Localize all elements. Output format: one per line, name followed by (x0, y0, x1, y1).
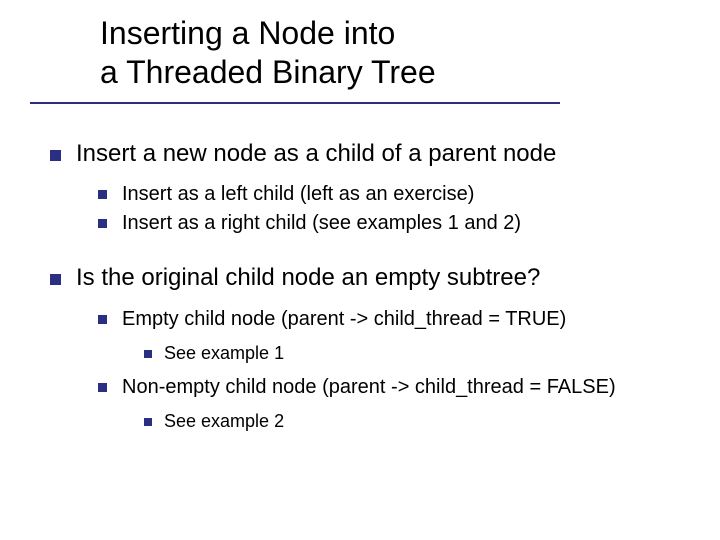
bullet-l2: Insert as a right child (see examples 1 … (94, 209, 690, 238)
bullet-l1: Insert a new node as a child of a parent… (44, 138, 690, 238)
bullet-text: Empty child node (parent -> child_thread… (122, 308, 566, 330)
bullet-text: Is the original child node an empty subt… (76, 264, 540, 291)
title-line-2: a Threaded Binary Tree (100, 53, 720, 92)
bullet-l2: Non-empty child node (parent -> child_th… (94, 373, 690, 435)
bullet-l3: See example 2 (140, 408, 690, 435)
title-line-1: Inserting a Node into (100, 14, 720, 53)
slide-body: Insert a new node as a child of a parent… (0, 104, 720, 435)
bullet-text: See example 2 (164, 411, 284, 431)
bullet-l1: Is the original child node an empty subt… (44, 262, 690, 434)
bullet-text: Insert as a right child (see examples 1 … (122, 212, 521, 234)
bullet-l3: See example 1 (140, 340, 690, 367)
slide: { "title": { "line1": "Inserting a Node … (0, 0, 720, 540)
bullet-text: Insert as a left child (left as an exerc… (122, 183, 474, 205)
bullet-l2: Empty child node (parent -> child_thread… (94, 305, 690, 367)
bullet-text: Insert a new node as a child of a parent… (76, 140, 556, 167)
bullet-l2: Insert as a left child (left as an exerc… (94, 180, 690, 209)
bullet-text: Non-empty child node (parent -> child_th… (122, 376, 616, 398)
bullet-text: See example 1 (164, 343, 284, 363)
slide-title: Inserting a Node into a Threaded Binary … (0, 0, 720, 92)
